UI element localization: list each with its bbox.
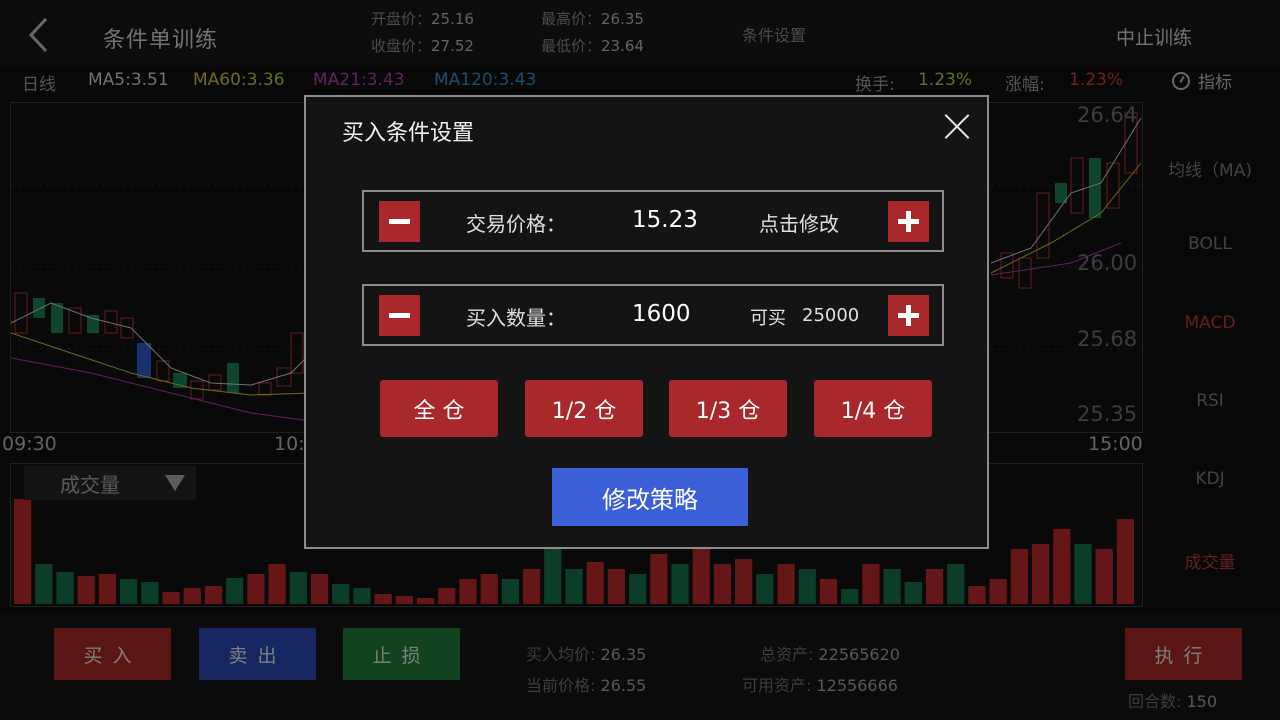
half-position-button[interactable]: 1/2 仓 [525,380,643,437]
can-buy-value: 25000 [802,305,860,326]
quarter-position-button[interactable]: 1/4 仓 [814,380,932,437]
price-increase-button[interactable] [888,201,929,242]
modify-strategy-button[interactable]: 修改策略 [552,468,748,526]
third-position-button[interactable]: 1/3 仓 [669,380,787,437]
buy-quantity-label: 买入数量： [466,306,566,330]
full-position-button[interactable]: 全 仓 [380,380,498,437]
buy-condition-dialog: 买入条件设置 交易价格： 15.23 点击修改 买入数量： 1600 可买 25… [304,95,989,549]
price-decrease-button[interactable] [379,201,420,242]
trade-price-field: 交易价格： 15.23 点击修改 [362,190,944,252]
buy-quantity-value[interactable]: 1600 [632,301,691,327]
dialog-title: 买入条件设置 [342,121,475,146]
close-icon[interactable] [942,111,972,141]
trade-price-label: 交易价格： [466,212,566,236]
quantity-increase-button[interactable] [888,295,929,336]
buy-quantity-field: 买入数量： 1600 可买 25000 [362,284,944,346]
trade-price-value[interactable]: 15.23 [632,207,698,233]
can-buy-label: 可买 [750,308,786,329]
price-edit-link[interactable]: 点击修改 [759,208,839,237]
quantity-decrease-button[interactable] [379,295,420,336]
